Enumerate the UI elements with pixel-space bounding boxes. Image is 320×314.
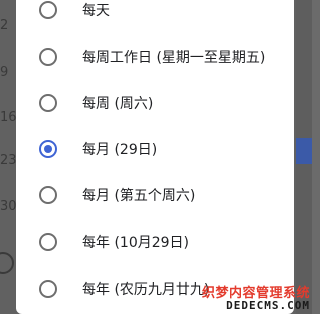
repeat-option-weekly[interactable]: 每周 (周六) (16, 80, 294, 126)
radio-unchecked-icon[interactable] (39, 1, 57, 19)
repeat-option-monthly-date[interactable]: 每月 (29日) (16, 126, 294, 172)
repeat-option-label: 每年 (10月29日) (82, 235, 190, 251)
repeat-option-monthly-weekday[interactable]: 每月 (第五个周六) (16, 172, 294, 218)
watermark-line-1: 织梦内容管理系统 (201, 285, 310, 301)
watermark: 织梦内容管理系统 DEDECMS.COM (202, 287, 310, 312)
repeat-option-label: 每周工作日 (星期一至星期五) (82, 50, 266, 66)
radio-unchecked-icon[interactable] (39, 233, 57, 251)
repeat-option-label: 每年 (农历九月廿九) (82, 282, 210, 298)
repeat-option-daily[interactable]: 每天 (16, 0, 294, 33)
repeat-option-label: 每月 (29日) (82, 142, 158, 158)
calendar-circle-icon (0, 252, 14, 274)
repeat-option-label: 每月 (第五个周六) (82, 188, 196, 204)
radio-unchecked-icon[interactable] (39, 280, 57, 298)
repeat-option-label: 每天 (82, 3, 110, 19)
radio-checked-icon[interactable] (39, 140, 57, 158)
calendar-event-bar (296, 138, 312, 164)
repeat-options-dialog: 每天 每周工作日 (星期一至星期五) 每周 (周六) 每月 (29日) 每月 (… (16, 0, 294, 314)
repeat-option-yearly[interactable]: 每年 (10月29日) (16, 219, 294, 265)
repeat-option-label: 每周 (周六) (82, 96, 154, 112)
repeat-option-weekdays[interactable]: 每周工作日 (星期一至星期五) (16, 34, 294, 80)
radio-unchecked-icon[interactable] (39, 48, 57, 66)
watermark-line-2: DEDECMS.COM (226, 299, 310, 313)
radio-unchecked-icon[interactable] (39, 94, 57, 112)
radio-unchecked-icon[interactable] (39, 186, 57, 204)
